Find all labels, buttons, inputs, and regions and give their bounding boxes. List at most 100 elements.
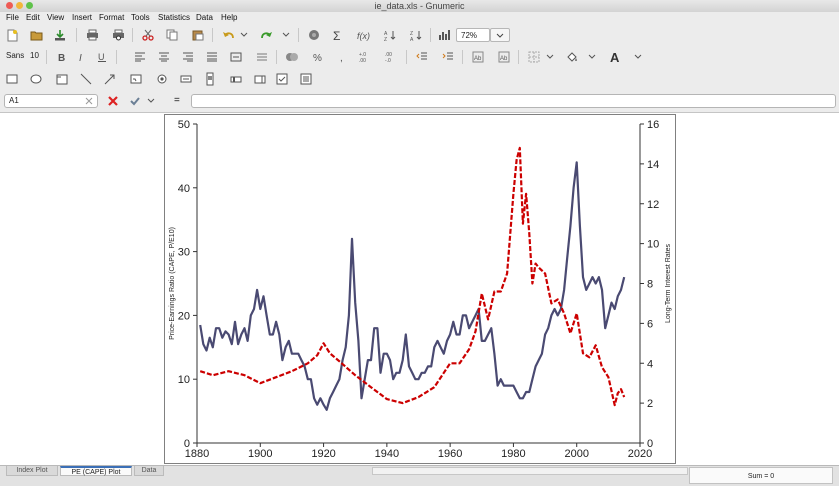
standard-toolbar: Σ f(x) AZ ZA 72% [0, 24, 839, 46]
menu-view[interactable]: View [47, 13, 64, 23]
spinner-tool-icon[interactable] [252, 71, 268, 87]
objects-toolbar [0, 68, 839, 90]
borders-dropdown-icon[interactable] [542, 49, 558, 65]
accept-icon[interactable] [128, 94, 142, 108]
menu-edit[interactable]: Edit [26, 13, 40, 23]
svg-text:A: A [410, 37, 414, 41]
hyperlink-icon[interactable] [306, 27, 322, 43]
currency-icon[interactable] [284, 49, 300, 65]
decrease-decimals-icon[interactable]: .00 -.0 [384, 49, 400, 65]
line-tool-icon[interactable] [78, 71, 94, 87]
label-tool-icon[interactable] [178, 71, 194, 87]
print-icon[interactable] [84, 27, 100, 43]
bold-icon[interactable]: B [54, 49, 70, 65]
y-tick-label: 30 [178, 247, 190, 259]
checkbox-tool-icon[interactable] [274, 71, 290, 87]
align-right-icon[interactable] [180, 49, 196, 65]
font-color-icon[interactable]: A [608, 49, 624, 65]
radio-tool-icon[interactable] [154, 71, 170, 87]
save-icon[interactable] [52, 27, 68, 43]
copy-icon[interactable] [164, 27, 180, 43]
borders-icon[interactable] [526, 49, 542, 65]
formula-input[interactable] [191, 94, 836, 108]
horizontal-scrollbar[interactable] [372, 467, 688, 475]
open-file-icon[interactable] [28, 27, 44, 43]
y-tick-label: 20 [178, 310, 190, 322]
accept-dropdown-icon[interactable] [146, 94, 156, 108]
y2-tick-label: 16 [647, 119, 659, 131]
fill-color-dropdown-icon[interactable] [584, 49, 600, 65]
increase-decimals-icon[interactable]: +.0.00 [358, 49, 374, 65]
text-rotate-icon[interactable]: Ab [496, 49, 512, 65]
redo-icon[interactable] [258, 27, 274, 43]
frame-tool-icon[interactable] [54, 71, 70, 87]
menu-file[interactable]: File [6, 13, 19, 23]
pe-ratio-series-line [199, 161, 626, 411]
menu-statistics[interactable]: Statistics [158, 13, 190, 23]
arrow-tool-icon[interactable] [102, 71, 118, 87]
undo-dropdown-icon[interactable] [236, 27, 252, 43]
function-icon[interactable]: f(x) [356, 27, 372, 43]
decrease-indent-icon[interactable] [414, 49, 430, 65]
zoom-dropdown-button[interactable] [490, 28, 510, 42]
cancel-icon[interactable] [106, 94, 120, 108]
tab-data[interactable]: Data [134, 466, 164, 476]
increase-indent-icon[interactable] [440, 49, 456, 65]
merge-center-icon[interactable] [228, 49, 244, 65]
align-left-icon[interactable] [132, 49, 148, 65]
left-axis-label: Price-Earnings Ratio (CAPE, P/E10) [169, 227, 176, 340]
menu-tools[interactable]: Tools [131, 13, 150, 23]
percent-icon[interactable]: % [310, 49, 326, 65]
center-across-icon[interactable] [254, 49, 270, 65]
y2-tick-label: 0 [647, 438, 653, 450]
svg-text:U: U [98, 52, 105, 62]
fill-color-icon[interactable] [564, 49, 580, 65]
underline-icon[interactable]: U [94, 49, 110, 65]
menu-format[interactable]: Format [99, 13, 124, 23]
button-tool-icon[interactable] [128, 71, 144, 87]
menu-help[interactable]: Help [221, 13, 237, 23]
rectangle-tool-icon[interactable] [4, 71, 20, 87]
svg-text:Ab: Ab [500, 56, 508, 62]
cell-ref-dropdown-icon[interactable] [82, 94, 96, 108]
x-tick-label: 2000 [564, 448, 588, 460]
sort-ascending-icon[interactable]: AZ [382, 27, 398, 43]
tab-pe-cape-plot[interactable]: PE (CAPE) Plot [60, 466, 132, 476]
y-tick-label: 50 [178, 119, 190, 131]
svg-text:f(x): f(x) [357, 31, 370, 41]
tab-index-plot[interactable]: Index Plot [6, 466, 58, 476]
y-tick-label: 0 [184, 438, 190, 450]
svg-text:I: I [79, 53, 82, 63]
font-color-dropdown-icon[interactable] [630, 49, 646, 65]
menu-insert[interactable]: Insert [72, 13, 92, 23]
sheet-tabs-bar: Index Plot PE (CAPE) Plot Data Sum = 0 [0, 465, 839, 486]
y2-tick-label: 8 [647, 279, 653, 291]
scrollbar-tool-icon[interactable] [202, 71, 218, 87]
font-name-selector[interactable]: Sans [6, 51, 24, 60]
font-size-selector[interactable]: 10 [30, 51, 39, 60]
y2-tick-label: 4 [647, 358, 653, 370]
pe-cape-chart: 1880 1900 1920 1940 1960 1980 2000 202001020304… [169, 119, 672, 460]
print-preview-icon[interactable] [110, 27, 126, 43]
menu-data[interactable]: Data [196, 13, 213, 23]
italic-icon[interactable]: I [74, 49, 90, 65]
wrap-text-icon[interactable]: Ab [470, 49, 486, 65]
new-file-icon[interactable] [4, 27, 20, 43]
ellipse-tool-icon[interactable] [28, 71, 44, 87]
thousands-icon[interactable]: , [336, 49, 352, 65]
zoom-input[interactable]: 72% [456, 28, 490, 42]
cut-icon[interactable] [140, 27, 156, 43]
sum-icon[interactable]: Σ [330, 27, 346, 43]
menu-bar: File Edit View Insert Format Tools Stati… [0, 12, 839, 24]
slider-tool-icon[interactable] [228, 71, 244, 87]
sort-descending-icon[interactable]: ZA [408, 27, 424, 43]
align-center-icon[interactable] [156, 49, 172, 65]
redo-dropdown-icon[interactable] [278, 27, 294, 43]
list-tool-icon[interactable] [298, 71, 314, 87]
svg-text:Ab: Ab [474, 56, 482, 62]
justify-icon[interactable] [204, 49, 220, 65]
undo-icon[interactable] [220, 27, 236, 43]
chart-icon[interactable] [436, 27, 452, 43]
paste-icon[interactable] [190, 27, 206, 43]
y2-tick-label: 6 [647, 318, 653, 330]
